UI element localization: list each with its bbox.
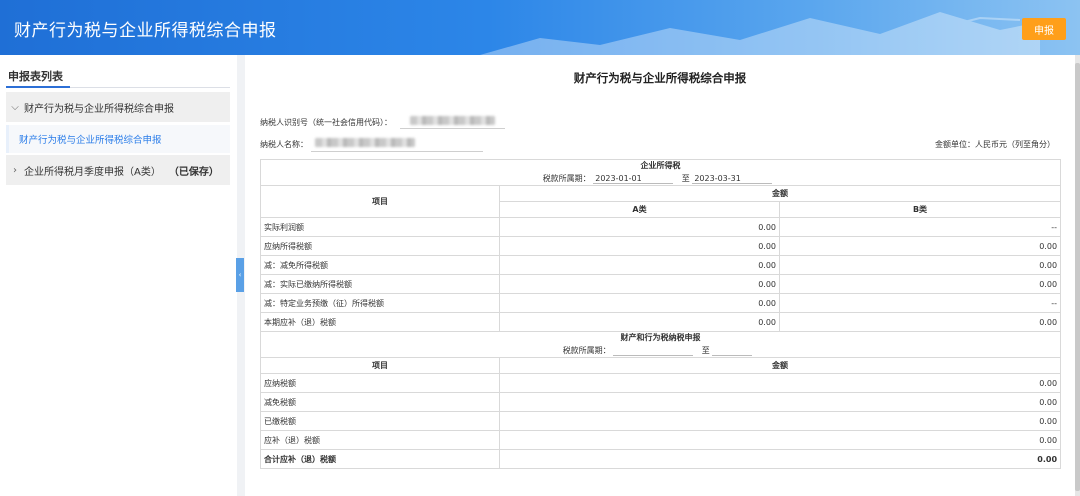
property-period-label: 税款所属期： [562, 345, 611, 355]
sidebar-group-label: 企业所得税月季度申报（A类） [24, 166, 161, 178]
cit-col-b-header: B类 [778, 201, 1062, 218]
cell-b[interactable]: 0.00 [778, 274, 1062, 294]
row-label: 实际利润额 [260, 217, 500, 237]
taxpayer-name-label: 纳税人名称： [260, 140, 308, 149]
cell-b[interactable]: -- [778, 217, 1062, 237]
table-row: 减：特定业务预缴（征）所得税额 0.00 -- [260, 293, 1062, 313]
table-row: 本期应补（退）税额 0.00 0.00 [260, 312, 1062, 332]
cell-a[interactable]: 0.00 [499, 217, 780, 237]
cit-period-from[interactable]: 2023-01-01 [593, 174, 674, 184]
taxpayer-id-label: 纳税人识别号（统一社会信用代码）： [260, 118, 392, 127]
cell-a[interactable]: 0.00 [499, 312, 780, 332]
table-row: 应补（退）税额 0.00 [260, 430, 1062, 450]
property-amount-header: 金额 [498, 357, 1062, 374]
property-period-from[interactable] [613, 346, 694, 356]
title-accent [6, 86, 70, 88]
scrollbar-thumb[interactable] [1075, 63, 1080, 491]
cell-b[interactable]: 0.00 [778, 236, 1062, 256]
submit-button[interactable]: 申报 [1022, 18, 1066, 40]
form-title: 财产行为税与企业所得税综合申报 [573, 71, 747, 85]
sidebar: 申报表列表 ⌵ 财产行为税与企业所得税综合申报 财产行为税与企业所得税综合申报 … [0, 55, 237, 496]
cit-period-label: 税款所属期： [542, 173, 591, 183]
cit-section-title: 企业所得税 [259, 159, 1062, 172]
cell-amount[interactable]: 0.00 [498, 411, 1062, 431]
row-label: 应补（退）税额 [260, 430, 500, 450]
form-panel: 财产行为税与企业所得税综合申报 纳税人识别号（统一社会信用代码）： 纳税人名称：… [245, 55, 1075, 496]
cit-period: 税款所属期： 2023-01-01 至 2023-03-31 [259, 171, 1062, 186]
taxpayer-id-field [400, 128, 505, 129]
cell-total: 0.00 [498, 449, 1062, 469]
table-row: 应纳税额 0.00 [260, 373, 1062, 393]
chevron-down-icon: ⌵ [11, 101, 19, 113]
table-row: 减：实际已缴纳所得税额 0.00 0.00 [260, 274, 1062, 294]
cell-amount[interactable]: 0.00 [498, 373, 1062, 393]
row-label: 减免税额 [260, 392, 500, 412]
cell-a[interactable]: 0.00 [499, 274, 780, 294]
row-label: 减：减免所得税额 [260, 255, 500, 275]
cell-a[interactable]: 0.00 [499, 236, 780, 256]
row-label: 减：实际已缴纳所得税额 [260, 274, 500, 294]
declaration-table: 企业所得税 税款所属期： 2023-01-01 至 2023-03-31 项目 … [259, 159, 1062, 469]
cell-amount[interactable]: 0.00 [498, 430, 1062, 450]
cell-b[interactable]: 0.00 [778, 312, 1062, 332]
cell-a[interactable]: 0.00 [499, 255, 780, 275]
property-period-to[interactable] [712, 346, 753, 356]
sidebar-title: 申报表列表 [8, 70, 63, 83]
cit-period-to[interactable]: 2023-03-31 [692, 174, 773, 184]
scrollbar[interactable] [1075, 55, 1080, 496]
collapse-sidebar-handle[interactable]: ‹ [236, 258, 244, 292]
chevron-right-icon: › [13, 164, 17, 176]
sidebar-group-cit-quarterly[interactable]: › 企业所得税月季度申报（A类） （已保存） [6, 155, 230, 185]
table-row: 已缴税额 0.00 [260, 411, 1062, 431]
row-label: 已缴税额 [260, 411, 500, 431]
table-row: 减：减免所得税额 0.00 0.00 [260, 255, 1062, 275]
cell-b[interactable]: 0.00 [778, 255, 1062, 275]
great-wall-decoration [480, 12, 1040, 55]
saved-status: （已保存） [168, 166, 219, 178]
cit-item-header: 项目 [260, 185, 500, 218]
taxpayer-id-masked [410, 116, 495, 125]
app-title: 财产行为税与企业所得税综合申报 [14, 21, 277, 41]
app-header: 财产行为税与企业所得税综合申报 申报 [0, 0, 1080, 55]
cell-amount[interactable]: 0.00 [498, 392, 1062, 412]
cit-amount-header: 金额 [498, 185, 1062, 202]
property-section-title: 财产和行为税纳税申报 [259, 331, 1062, 344]
taxpayer-name-field [311, 151, 483, 152]
table-row: 减免税额 0.00 [260, 392, 1062, 412]
cell-a[interactable]: 0.00 [499, 293, 780, 313]
row-label: 减：特定业务预缴（征）所得税额 [260, 293, 500, 313]
sidebar-item-label: 财产行为税与企业所得税综合申报 [19, 135, 162, 146]
sidebar-item-comprehensive-form[interactable]: 财产行为税与企业所得税综合申报 [6, 125, 230, 153]
row-label: 应纳税额 [260, 373, 500, 393]
cell-b[interactable]: -- [778, 293, 1062, 313]
cit-col-a-header: A类 [499, 201, 780, 218]
property-period-sep: 至 [701, 345, 710, 355]
row-label: 本期应补（退）税额 [260, 312, 500, 332]
row-label: 应纳所得税额 [260, 236, 500, 256]
table-row-total: 合计应补（退）税额 0.00 [260, 449, 1062, 469]
property-item-header: 项目 [260, 357, 500, 374]
sidebar-group-comprehensive[interactable]: ⌵ 财产行为税与企业所得税综合申报 [6, 92, 230, 122]
row-label: 合计应补（退）税额 [260, 449, 500, 469]
currency-unit: 金额单位：人民币元（列至角分） [935, 140, 1055, 149]
cit-period-sep: 至 [681, 173, 690, 183]
sidebar-group-label: 财产行为税与企业所得税综合申报 [24, 103, 174, 115]
taxpayer-name-masked [315, 138, 415, 147]
property-period: 税款所属期： 至 [259, 343, 1062, 358]
table-row: 应纳所得税额 0.00 0.00 [260, 236, 1062, 256]
table-row: 实际利润额 0.00 -- [260, 217, 1062, 237]
